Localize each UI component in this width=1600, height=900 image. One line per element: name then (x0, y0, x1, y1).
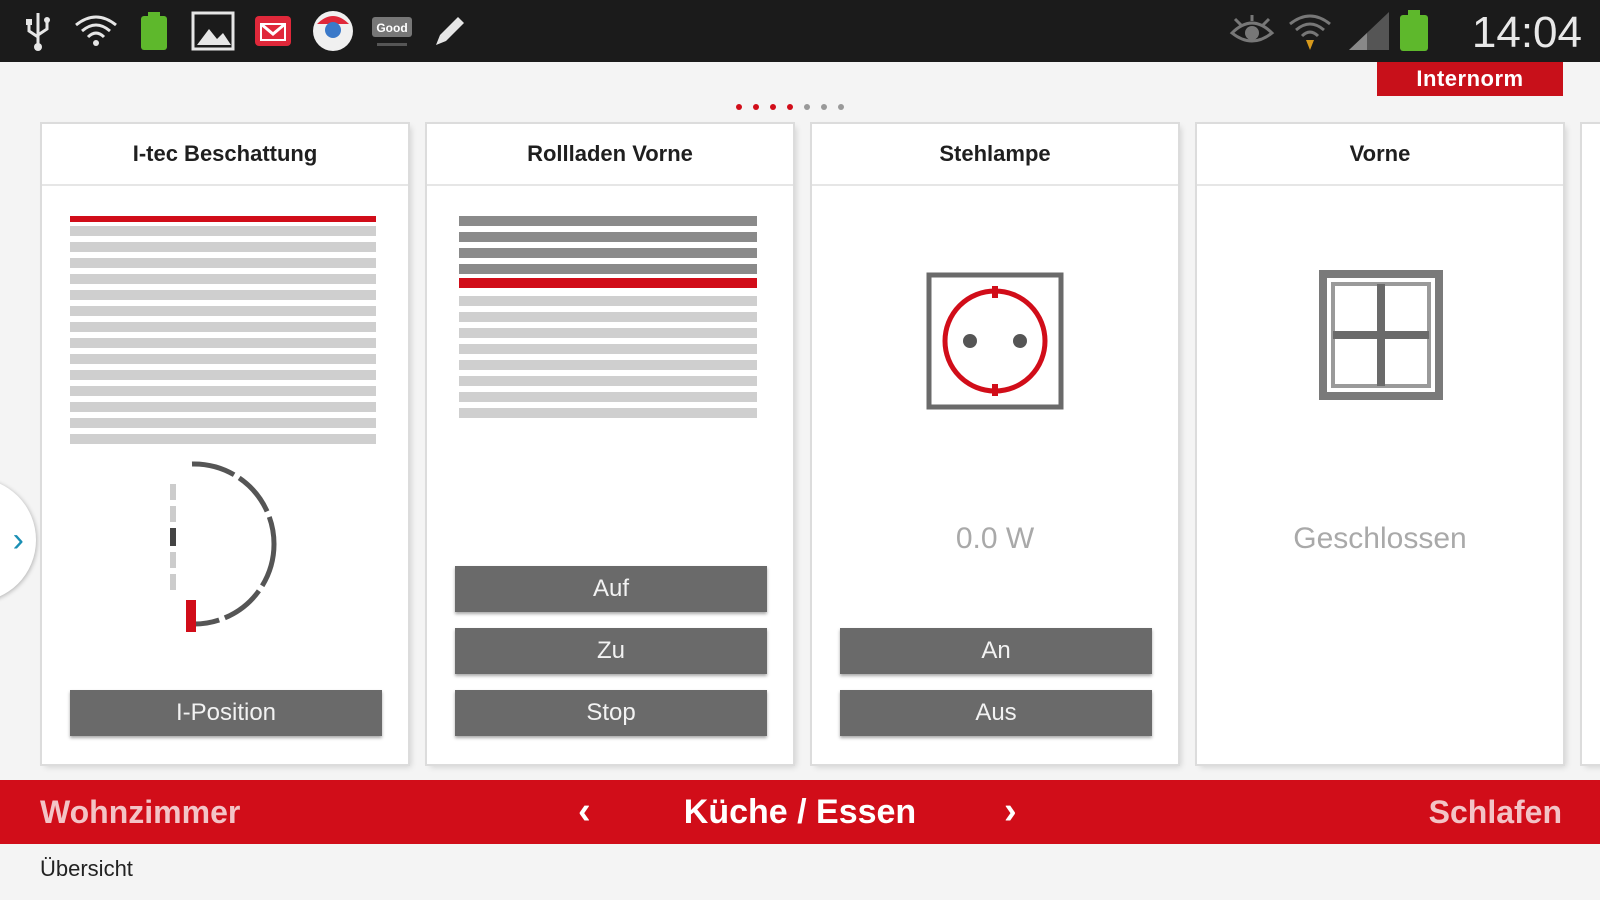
mail-icon (252, 10, 294, 52)
eye-icon (1228, 10, 1276, 52)
power-socket-icon[interactable] (926, 272, 1064, 410)
overview-link[interactable]: Übersicht (40, 856, 133, 882)
page-dot[interactable] (770, 104, 776, 110)
page-dot[interactable] (753, 104, 759, 110)
card-title: I-tec Beschattung (42, 124, 408, 186)
current-room-title: Küche / Essen (683, 793, 917, 831)
power-value: 0.0 W (955, 522, 1035, 555)
battery-icon (1396, 10, 1432, 52)
clock: 14:04 (1471, 8, 1582, 57)
zu-button[interactable]: Zu (455, 628, 767, 674)
card-partial (1582, 124, 1600, 764)
card-vorne: Vorne Geschlossen (1197, 124, 1563, 764)
page-dot[interactable] (736, 104, 742, 110)
wifi-signal-icon (72, 10, 120, 52)
svg-text:Good: Good (376, 21, 407, 35)
window-status: Geschlossen (1293, 522, 1467, 555)
good-app-icon: Good (370, 10, 414, 52)
tilt-gauge-icon[interactable] (162, 454, 282, 644)
app-icon (310, 10, 356, 52)
an-button[interactable]: An (840, 628, 1152, 674)
status-bar: Good 14:04 (0, 0, 1600, 62)
chevron-right-icon: › (12, 520, 24, 559)
card-itec-beschattung: I-tec Beschattung I-Position (42, 124, 408, 764)
previous-room-link[interactable]: Wohnzimmer (40, 780, 240, 844)
brand-logo: Internorm (1377, 62, 1563, 96)
room-navigation-bar: Wohnzimmer ‹ Küche / Essen › Schlafen (0, 780, 1600, 844)
card-title: Vorne (1197, 124, 1563, 186)
page-dot[interactable] (787, 104, 793, 110)
page-dot[interactable] (821, 104, 827, 110)
gallery-icon (190, 10, 236, 52)
roller-shutter-icon (459, 216, 757, 418)
next-room-link[interactable]: Schlafen (1429, 780, 1562, 844)
side-drawer-handle[interactable]: › (0, 478, 36, 602)
chevron-right-icon[interactable]: › (1004, 780, 1017, 842)
card-title: Stehlampe (812, 124, 1178, 186)
auf-button[interactable]: Auf (455, 566, 767, 612)
usb-icon (22, 10, 54, 52)
page-indicator (736, 104, 844, 110)
chevron-left-icon[interactable]: ‹ (578, 780, 591, 842)
aus-button[interactable]: Aus (840, 690, 1152, 736)
page-dot[interactable] (804, 104, 810, 110)
cell-signal-icon (1346, 10, 1392, 52)
card-title: Rollladen Vorne (427, 124, 793, 186)
page-dot[interactable] (838, 104, 844, 110)
i-position-button[interactable]: I-Position (70, 690, 382, 736)
edit-icon (428, 10, 472, 52)
battery-app-icon (136, 10, 172, 52)
window-icon (1319, 270, 1443, 400)
card-rollladen-vorne: Rollladen Vorne Auf Zu Stop (427, 124, 793, 764)
card-stehlampe: Stehlampe 0.0 W An Aus (812, 124, 1178, 764)
wifi-icon (1286, 10, 1334, 52)
stop-button[interactable]: Stop (455, 690, 767, 736)
